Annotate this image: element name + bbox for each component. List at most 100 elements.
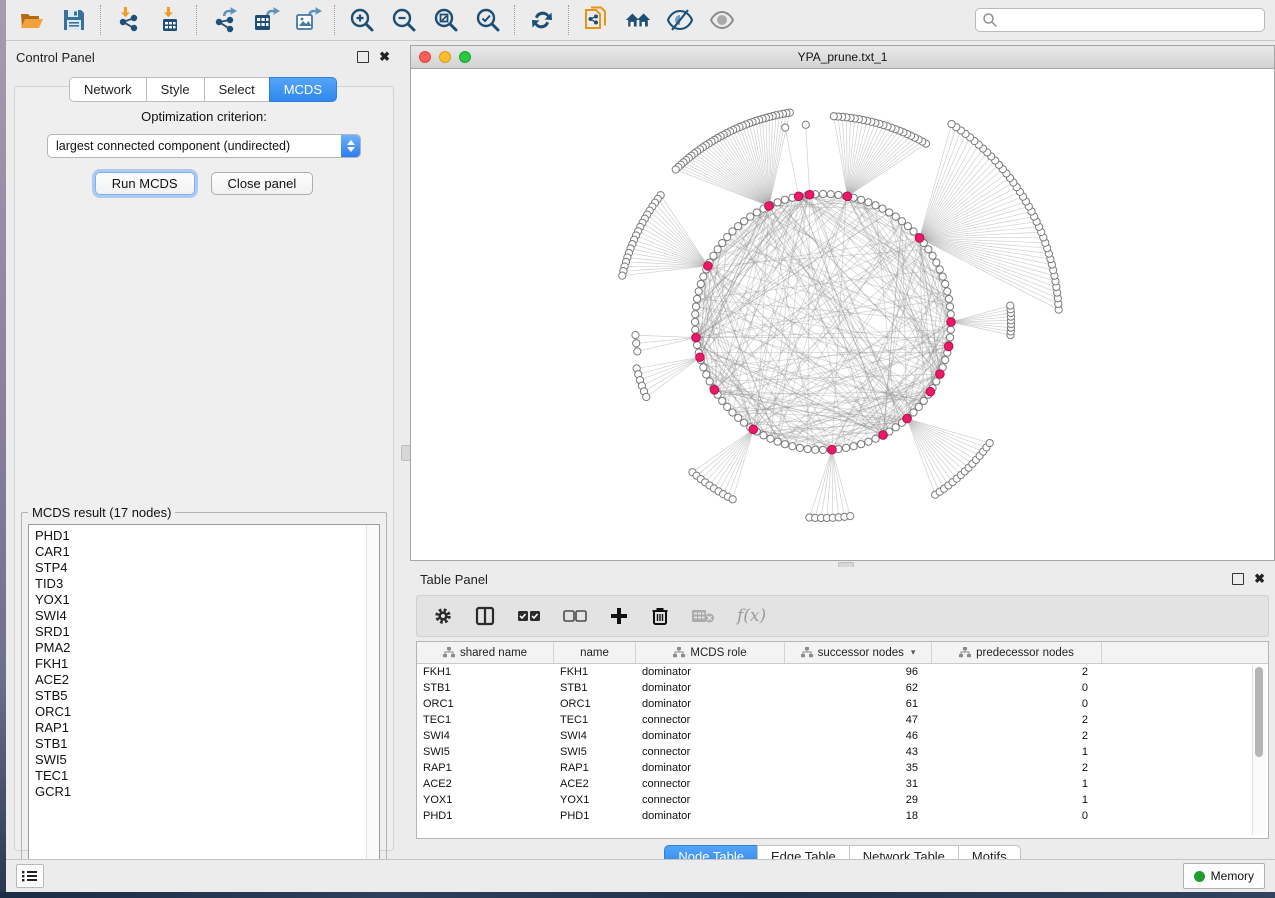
table-cell[interactable]: 1: [932, 794, 1102, 806]
table-cell[interactable]: PHD1: [417, 810, 554, 822]
ring-node[interactable]: [857, 196, 864, 203]
float-window-icon[interactable]: [357, 51, 369, 63]
mcds-result-item[interactable]: ORC1: [35, 704, 379, 720]
ring-node[interactable]: [946, 334, 953, 341]
ring-node[interactable]: [819, 190, 826, 197]
table-row[interactable]: YOX1YOX1connector291: [417, 792, 1268, 808]
ring-node[interactable]: [719, 397, 726, 404]
table-cell[interactable]: 35: [785, 762, 932, 774]
ring-node[interactable]: [944, 288, 951, 295]
table-cell[interactable]: YOX1: [554, 794, 636, 806]
tab-style[interactable]: Style: [146, 77, 205, 102]
leaf-node[interactable]: [643, 393, 650, 400]
ring-node[interactable]: [693, 341, 700, 348]
mcds-hub-node[interactable]: [710, 386, 719, 395]
table-cell[interactable]: dominator: [636, 682, 785, 694]
table-cell[interactable]: connector: [636, 714, 785, 726]
table-cell[interactable]: TEC1: [554, 714, 636, 726]
ring-node[interactable]: [703, 371, 710, 378]
table-cell[interactable]: ACE2: [554, 778, 636, 790]
table-cell[interactable]: SWI5: [417, 746, 554, 758]
mcds-result-item[interactable]: ACE2: [35, 672, 379, 688]
mcds-hub-node[interactable]: [944, 342, 953, 351]
mcds-hub-node[interactable]: [828, 445, 837, 454]
show-style-icon[interactable]: [708, 6, 736, 34]
table-cell[interactable]: ORC1: [554, 698, 636, 710]
leaf-node[interactable]: [830, 113, 837, 120]
ring-node[interactable]: [939, 273, 946, 280]
table-cell[interactable]: connector: [636, 778, 785, 790]
table-cell[interactable]: dominator: [636, 730, 785, 742]
mcds-hub-node[interactable]: [879, 431, 888, 440]
close-icon[interactable]: ✖: [379, 52, 390, 62]
table-cell[interactable]: connector: [636, 746, 785, 758]
share-document-icon[interactable]: [582, 6, 610, 34]
table-cell[interactable]: PHD1: [554, 810, 636, 822]
mcds-hub-node[interactable]: [903, 414, 912, 423]
table-cell[interactable]: dominator: [636, 698, 785, 710]
table-cell[interactable]: 2: [932, 730, 1102, 742]
ring-node[interactable]: [898, 218, 905, 225]
run-mcds-button[interactable]: Run MCDS: [95, 172, 195, 195]
leaf-node[interactable]: [948, 120, 955, 127]
column-layout-icon[interactable]: [475, 606, 495, 626]
ring-node[interactable]: [947, 311, 954, 318]
ring-node[interactable]: [774, 438, 781, 445]
table-cell[interactable]: FKH1: [417, 666, 554, 678]
table-cell[interactable]: 62: [785, 682, 932, 694]
table-row[interactable]: STB1STB1dominator620: [417, 680, 1268, 696]
table-cell[interactable]: RAP1: [554, 762, 636, 774]
mcds-result-item[interactable]: TEC1: [35, 768, 379, 784]
ring-node[interactable]: [942, 356, 949, 363]
ring-node[interactable]: [933, 378, 940, 385]
table-cell[interactable]: 61: [785, 698, 932, 710]
column-header-predecessor-nodes[interactable]: predecessor nodes: [932, 642, 1102, 663]
ring-node[interactable]: [925, 246, 932, 253]
search-input[interactable]: [998, 12, 1258, 28]
column-header-shared-name[interactable]: shared name: [417, 642, 554, 663]
ring-node[interactable]: [872, 435, 879, 442]
ring-node[interactable]: [767, 435, 774, 442]
table-cell[interactable]: ORC1: [417, 698, 554, 710]
mcds-hub-node[interactable]: [749, 425, 758, 434]
table-row[interactable]: PHD1PHD1dominator180: [417, 808, 1268, 824]
table-cell[interactable]: STB1: [554, 682, 636, 694]
table-cell[interactable]: FKH1: [554, 666, 636, 678]
table-cell[interactable]: 1: [932, 778, 1102, 790]
mcds-hub-node[interactable]: [926, 387, 935, 396]
table-row[interactable]: SWI5SWI5connector431: [417, 744, 1268, 760]
mcds-result-item[interactable]: TID3: [35, 576, 379, 592]
mcds-list-scrollbar[interactable]: [366, 525, 379, 863]
ring-node[interactable]: [760, 432, 767, 439]
ring-node[interactable]: [929, 252, 936, 259]
ring-node[interactable]: [729, 409, 736, 416]
column-header-name[interactable]: name: [554, 642, 636, 663]
table-row[interactable]: SWI4SWI4dominator462: [417, 728, 1268, 744]
ring-node[interactable]: [812, 446, 819, 453]
column-header-successor-nodes[interactable]: successor nodes▾: [785, 642, 932, 663]
leaf-node[interactable]: [634, 348, 641, 355]
ring-node[interactable]: [796, 444, 803, 451]
ring-node[interactable]: [865, 438, 872, 445]
table-cell[interactable]: TEC1: [417, 714, 554, 726]
mcds-hub-node[interactable]: [704, 262, 713, 271]
ring-node[interactable]: [827, 191, 834, 198]
leaf-node[interactable]: [1007, 302, 1014, 309]
table-cell[interactable]: 0: [932, 810, 1102, 822]
mcds-hub-node[interactable]: [696, 353, 705, 362]
table-cell[interactable]: ACE2: [417, 778, 554, 790]
open-folder-icon[interactable]: [18, 6, 46, 34]
table-scrollbar-thumb[interactable]: [1255, 667, 1263, 757]
zoom-in-icon[interactable]: [348, 6, 376, 34]
leaf-node[interactable]: [672, 166, 679, 173]
export-network-icon[interactable]: [210, 6, 238, 34]
ring-node[interactable]: [719, 239, 726, 246]
ring-node[interactable]: [892, 213, 899, 220]
task-history-button[interactable]: [16, 864, 44, 888]
table-cell[interactable]: 47: [785, 714, 932, 726]
table-cell[interactable]: SWI4: [554, 730, 636, 742]
table-cell[interactable]: STB1: [417, 682, 554, 694]
vertical-splitter[interactable]: [400, 45, 410, 857]
ring-node[interactable]: [693, 295, 700, 302]
ring-node[interactable]: [781, 196, 788, 203]
